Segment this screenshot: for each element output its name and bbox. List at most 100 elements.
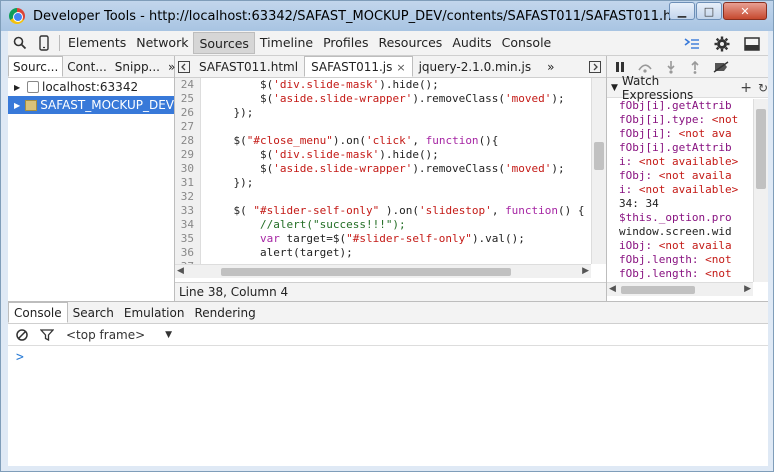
code-line[interactable]: 33 $( "#slider-self-only" ).on('slidesto… bbox=[175, 204, 606, 218]
file-tab-html[interactable]: SAFAST011.html bbox=[193, 57, 304, 77]
tab-console[interactable]: Console bbox=[497, 32, 557, 54]
scroll-thumb[interactable] bbox=[594, 142, 604, 170]
watch-item[interactable]: fObj[i].getAttrib bbox=[607, 99, 753, 113]
tab-content-scripts[interactable]: Cont... bbox=[63, 57, 110, 77]
line-number[interactable]: 29 bbox=[175, 148, 201, 162]
file-tab-js[interactable]: SAFAST011.js × bbox=[304, 56, 413, 77]
frame-selector[interactable]: <top frame> ▼ bbox=[66, 328, 172, 342]
toggle-debugger-icon[interactable] bbox=[586, 58, 604, 76]
code-editor[interactable]: 24 $('div.slide-mask').hide(); 25 $('asid… bbox=[175, 78, 606, 264]
expand-arrow-icon[interactable]: ▶ bbox=[14, 101, 22, 110]
watch-expression: i: bbox=[619, 155, 639, 168]
file-tab-jquery[interactable]: jquery-2.1.0.min.js bbox=[413, 57, 537, 77]
watch-item[interactable]: fObj[i].type: <not bbox=[607, 113, 753, 127]
line-number[interactable]: 24 bbox=[175, 78, 201, 92]
more-files-button[interactable]: » bbox=[541, 57, 560, 77]
tab-elements[interactable]: Elements bbox=[63, 32, 131, 54]
step-into-icon[interactable] bbox=[665, 60, 677, 74]
close-button[interactable]: ✕ bbox=[723, 2, 767, 20]
tree-item-project[interactable]: ▶ SAFAST_MOCKUP_DEV bbox=[8, 96, 174, 114]
clear-console-icon[interactable] bbox=[16, 328, 28, 341]
collapse-arrow-icon[interactable]: ▼ bbox=[611, 83, 618, 93]
watch-item[interactable]: i: <not available> bbox=[607, 183, 753, 197]
tab-sources-nav[interactable]: Sourc... bbox=[8, 56, 64, 77]
search-icon[interactable] bbox=[8, 31, 32, 55]
drawer-tab-rendering[interactable]: Rendering bbox=[189, 303, 260, 323]
dock-icon[interactable] bbox=[740, 32, 764, 56]
tab-network[interactable]: Network bbox=[131, 32, 193, 54]
line-number[interactable]: 28 bbox=[175, 134, 201, 148]
scroll-thumb[interactable] bbox=[621, 286, 695, 294]
watch-item[interactable]: i: <not available> bbox=[607, 155, 753, 169]
watch-item[interactable]: fObj[i]: <not ava bbox=[607, 127, 753, 141]
watch-item[interactable]: 34: 34 bbox=[607, 197, 753, 211]
line-number[interactable]: 27 bbox=[175, 120, 201, 134]
code-line[interactable]: 27 bbox=[175, 120, 606, 134]
gear-icon[interactable] bbox=[710, 32, 734, 56]
code-line[interactable]: 26 }); bbox=[175, 106, 606, 120]
tab-sources[interactable]: Sources bbox=[193, 32, 255, 54]
drawer-tab-console[interactable]: Console bbox=[8, 302, 68, 323]
line-number[interactable]: 25 bbox=[175, 92, 201, 106]
console-input[interactable]: > bbox=[8, 346, 768, 368]
editor-horizontal-scrollbar[interactable]: ◀ ▶ bbox=[175, 264, 591, 278]
pause-icon[interactable] bbox=[615, 61, 625, 73]
tab-snippets[interactable]: Snipp... bbox=[111, 57, 164, 77]
code-line[interactable]: 36 alert(target); bbox=[175, 246, 606, 260]
watch-item[interactable]: iObj: <not availa bbox=[607, 239, 753, 253]
sidebar-horizontal-scrollbar[interactable]: ◀ ▶ bbox=[607, 282, 753, 296]
line-number[interactable]: 34 bbox=[175, 218, 201, 232]
device-mode-icon[interactable] bbox=[32, 31, 56, 55]
code-line[interactable]: 25 $('aside.slide-wrapper').removeClass(… bbox=[175, 92, 606, 106]
code-line[interactable]: 28 $("#close_menu").on('click', function… bbox=[175, 134, 606, 148]
watch-item[interactable]: window.screen.wid bbox=[607, 225, 753, 239]
show-drawer-icon[interactable] bbox=[680, 32, 704, 56]
maximize-button[interactable]: □ bbox=[696, 2, 722, 20]
code-line[interactable]: 29 $('div.slide-mask').hide(); bbox=[175, 148, 606, 162]
watch-item[interactable]: fObj.length: <not bbox=[607, 267, 753, 281]
code-line[interactable]: 31 }); bbox=[175, 176, 606, 190]
scroll-right-icon[interactable]: ▶ bbox=[744, 284, 751, 294]
watch-item[interactable]: fObj: <not availa bbox=[607, 169, 753, 183]
line-number[interactable]: 31 bbox=[175, 176, 201, 190]
code-line[interactable]: 35 var target=$("#slider-self-only").val… bbox=[175, 232, 606, 246]
tree-item-localhost[interactable]: ▶ localhost:63342 bbox=[8, 78, 174, 96]
minimize-button[interactable]: ▁ bbox=[669, 2, 695, 20]
toggle-navigator-icon[interactable] bbox=[175, 58, 193, 76]
expand-arrow-icon[interactable]: ▶ bbox=[14, 83, 24, 92]
refresh-icon[interactable]: ↻ bbox=[758, 81, 768, 95]
add-watch-icon[interactable]: + bbox=[740, 80, 752, 96]
step-over-icon[interactable] bbox=[637, 61, 653, 73]
tab-timeline[interactable]: Timeline bbox=[255, 32, 318, 54]
step-out-icon[interactable] bbox=[689, 60, 701, 74]
sidebar-vertical-scrollbar[interactable] bbox=[753, 99, 768, 282]
line-number[interactable]: 35 bbox=[175, 232, 201, 246]
drawer-tab-emulation[interactable]: Emulation bbox=[119, 303, 190, 323]
scroll-left-icon[interactable]: ◀ bbox=[177, 266, 184, 276]
code-line[interactable]: 30 $('aside.slide-wrapper').removeClass(… bbox=[175, 162, 606, 176]
line-number[interactable]: 30 bbox=[175, 162, 201, 176]
watch-item[interactable]: fObj.length: <not bbox=[607, 253, 753, 267]
tab-audits[interactable]: Audits bbox=[447, 32, 496, 54]
close-tab-icon[interactable]: × bbox=[396, 61, 405, 74]
line-number[interactable]: 33 bbox=[175, 204, 201, 218]
line-number[interactable]: 36 bbox=[175, 246, 201, 260]
line-number[interactable]: 32 bbox=[175, 190, 201, 204]
editor-vertical-scrollbar[interactable] bbox=[591, 78, 606, 264]
scroll-thumb[interactable] bbox=[221, 268, 511, 276]
code-line[interactable]: 24 $('div.slide-mask').hide(); bbox=[175, 78, 606, 92]
scroll-left-icon[interactable]: ◀ bbox=[609, 284, 616, 294]
watch-item[interactable]: fObj[i].getAttrib bbox=[607, 141, 753, 155]
deactivate-breakpoints-icon[interactable] bbox=[713, 60, 729, 73]
tab-profiles[interactable]: Profiles bbox=[318, 32, 373, 54]
watch-item[interactable]: $this._option.pro bbox=[607, 211, 753, 225]
scroll-right-icon[interactable]: ▶ bbox=[582, 266, 589, 276]
line-number[interactable]: 26 bbox=[175, 106, 201, 120]
code-line[interactable]: 34 //alert("success!!!"); bbox=[175, 218, 606, 232]
tab-resources[interactable]: Resources bbox=[373, 32, 447, 54]
watch-expressions-header[interactable]: ▼ Watch Expressions + ↻ bbox=[607, 74, 768, 102]
scroll-thumb[interactable] bbox=[756, 109, 766, 189]
filter-icon[interactable] bbox=[40, 328, 54, 341]
drawer-tab-search[interactable]: Search bbox=[68, 303, 119, 323]
code-line[interactable]: 32 bbox=[175, 190, 606, 204]
